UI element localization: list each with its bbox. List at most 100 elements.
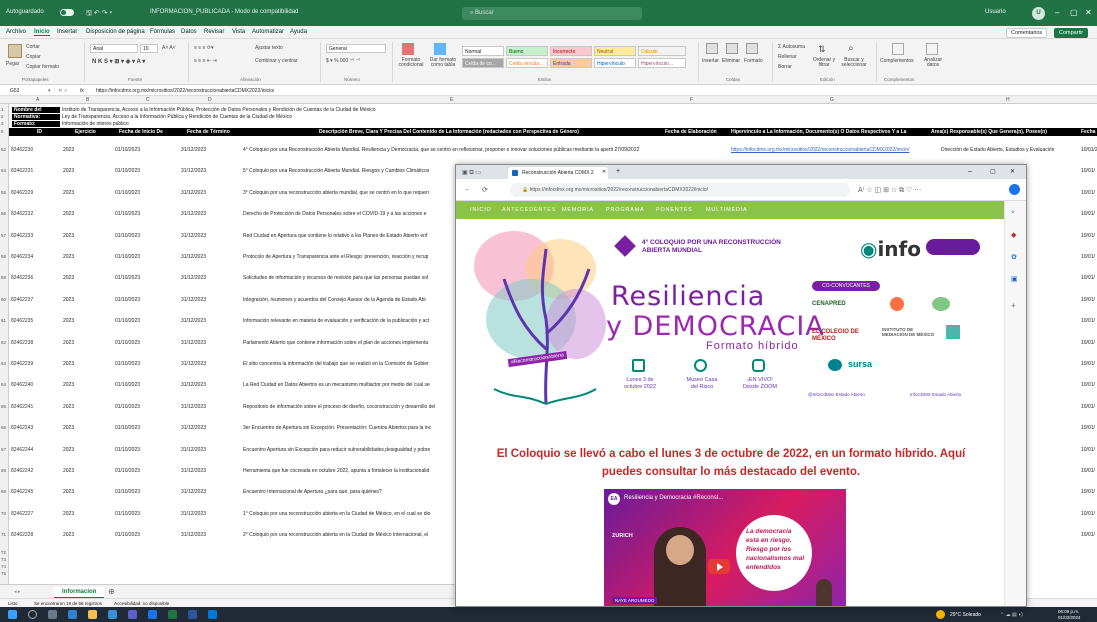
search-icon[interactable] bbox=[28, 610, 37, 619]
cell-start-date[interactable]: 01/10/2023 bbox=[115, 447, 140, 453]
cell-date[interactable]: 10/01/ bbox=[1081, 168, 1095, 174]
addins-button[interactable]: Complementos bbox=[880, 58, 914, 64]
delete-button[interactable]: Eliminar bbox=[722, 58, 740, 64]
cell-start-date[interactable]: 01/10/2023 bbox=[115, 275, 140, 281]
style-normal[interactable]: Normal bbox=[462, 46, 504, 56]
tab-actions-icons[interactable]: ▣ ⧉ ▭ bbox=[462, 169, 481, 177]
cell-id[interactable]: 82462245 bbox=[11, 489, 33, 495]
cell-id[interactable]: 82462235 bbox=[11, 318, 33, 324]
cell-date[interactable]: 10/01/ bbox=[1081, 318, 1095, 324]
cell-start-date[interactable]: 01/10/2023 bbox=[115, 297, 140, 303]
video-title[interactable]: Resiliencia y Democracia #Reconst... bbox=[624, 495, 723, 501]
col-header[interactable]: F bbox=[690, 97, 693, 103]
row-number[interactable]: 67 bbox=[1, 447, 6, 452]
autosave-toggle[interactable] bbox=[60, 9, 74, 16]
cell-end-date[interactable]: 31/12/2023 bbox=[181, 340, 206, 346]
addins-icon[interactable] bbox=[892, 43, 904, 55]
save-icon[interactable]: 🖫 ↶ ↷ ▾ bbox=[86, 9, 112, 20]
cell-id[interactable]: 82462241 bbox=[11, 404, 33, 410]
col-header[interactable]: E bbox=[450, 97, 453, 103]
row-number[interactable]: 5 bbox=[1, 129, 4, 134]
nav-inicio[interactable]: INICIO bbox=[470, 207, 492, 213]
explorer-icon[interactable] bbox=[88, 610, 97, 619]
row-number[interactable]: 74 bbox=[1, 564, 6, 569]
cell-start-date[interactable]: 01/10/2023 bbox=[115, 233, 140, 239]
tab-insertar[interactable]: Insertar bbox=[57, 29, 77, 35]
address-bar[interactable]: 🔒 https://infocdmx.org.mx/micrositios/20… bbox=[510, 183, 850, 197]
col-header[interactable]: H bbox=[1006, 97, 1010, 103]
cell-end-date[interactable]: 31/12/2023 bbox=[181, 254, 206, 260]
cell-end-date[interactable]: 31/12/2023 bbox=[181, 425, 206, 431]
cell-id[interactable]: 82462242 bbox=[11, 468, 33, 474]
fill-button[interactable]: Rellenar bbox=[778, 54, 797, 60]
word-icon[interactable] bbox=[188, 610, 197, 619]
cell-id[interactable]: 82462243 bbox=[11, 425, 33, 431]
cell-year[interactable]: 2023 bbox=[63, 168, 74, 174]
header-description[interactable]: Descripción Breve, Clara Y Precisa Del C… bbox=[319, 129, 579, 135]
cell-id[interactable]: 82462230 bbox=[11, 147, 33, 153]
cell-year[interactable]: 2023 bbox=[63, 211, 74, 217]
header-year[interactable]: Ejercicio bbox=[75, 129, 96, 135]
row-number[interactable]: 64 bbox=[1, 382, 6, 387]
align-icons-2[interactable]: ≡ ≡ ≡ ⇤ ⇥ bbox=[194, 58, 217, 64]
analyze-data-button[interactable]: Analizar datos bbox=[922, 58, 944, 68]
youtube-play-icon[interactable] bbox=[708, 559, 730, 574]
cell-date[interactable]: 10/01/ bbox=[1081, 382, 1095, 388]
row-number[interactable]: 61 bbox=[1, 318, 6, 323]
cell-year[interactable]: 2023 bbox=[63, 190, 74, 196]
minimize-icon[interactable]: – bbox=[968, 168, 972, 175]
style-neutral[interactable]: Neutral bbox=[594, 46, 636, 56]
close-icon[interactable]: ✕ bbox=[1085, 8, 1092, 17]
toolbar-icons[interactable]: A⁽ ☆ ◫ ⊞ ☆ ⧉ ♡ ⋯ bbox=[858, 186, 921, 195]
cell-id[interactable]: 82462238 bbox=[11, 340, 33, 346]
cell-date[interactable]: 10/01/ bbox=[1081, 340, 1095, 346]
style-bad[interactable]: Incorrecto bbox=[550, 46, 592, 56]
chrome-icon[interactable] bbox=[148, 610, 157, 619]
cell-year[interactable]: 2023 bbox=[63, 447, 74, 453]
row-number[interactable]: 60 bbox=[1, 297, 6, 302]
header-id[interactable]: ID bbox=[37, 129, 42, 135]
row-number[interactable]: 59 bbox=[1, 275, 6, 280]
new-tab-icon[interactable]: + bbox=[616, 168, 620, 175]
cell-date[interactable]: 10/01/ bbox=[1081, 468, 1095, 474]
row-number[interactable]: 69 bbox=[1, 489, 6, 494]
cell-year[interactable]: 2023 bbox=[63, 233, 74, 239]
cell-end-date[interactable]: 31/12/2023 bbox=[181, 511, 206, 517]
add-icon[interactable]: + bbox=[1011, 301, 1016, 310]
store-icon[interactable] bbox=[108, 610, 117, 619]
outlook-icon[interactable] bbox=[208, 610, 217, 619]
name-box[interactable]: G53 bbox=[10, 88, 19, 94]
tab-close-icon[interactable]: ✕ bbox=[602, 169, 606, 175]
row-number[interactable]: 72 bbox=[1, 550, 6, 555]
merge-center-button[interactable]: Combinar y centrar bbox=[255, 58, 298, 64]
style-check-cell[interactable]: Celda de co... bbox=[462, 58, 504, 68]
row-number[interactable]: 2 bbox=[1, 114, 4, 119]
cell-start-date[interactable]: 01/10/2023 bbox=[115, 468, 140, 474]
cell-description[interactable]: 4° Coloquio por una Reconstrucción Abier… bbox=[243, 147, 663, 153]
social-twitter[interactable]: InfoCDMX Estado Abierto bbox=[910, 392, 961, 397]
cell-year[interactable]: 2023 bbox=[63, 147, 74, 153]
cell-year[interactable]: 2023 bbox=[63, 425, 74, 431]
nav-multimedia[interactable]: MULTIMEDIA bbox=[706, 207, 748, 213]
row-number[interactable]: 3 bbox=[1, 121, 4, 126]
cell-id[interactable]: 82462229 bbox=[11, 190, 33, 196]
cell-end-date[interactable]: 31/12/2023 bbox=[181, 297, 206, 303]
cell-start-date[interactable]: 01/10/2023 bbox=[115, 511, 140, 517]
task-view-icon[interactable] bbox=[48, 610, 57, 619]
header-date[interactable]: Fecha bbox=[1081, 129, 1095, 135]
windows-start-icon[interactable] bbox=[8, 610, 17, 619]
tab-ayuda[interactable]: Ayuda bbox=[290, 29, 307, 35]
cell-start-date[interactable]: 01/10/2023 bbox=[115, 147, 140, 153]
cell-date[interactable]: 10/01/ bbox=[1081, 489, 1095, 495]
cell-start-date[interactable]: 01/10/2023 bbox=[115, 425, 140, 431]
font-grow-icon[interactable]: A˄ A˅ bbox=[162, 45, 176, 51]
weather-icon[interactable] bbox=[936, 610, 945, 619]
cell-start-date[interactable]: 01/10/2023 bbox=[115, 340, 140, 346]
row-number[interactable]: 54 bbox=[1, 168, 6, 173]
search-input[interactable]: ⌕ Buscar bbox=[462, 7, 642, 20]
cell-date[interactable]: 10/01/ bbox=[1081, 425, 1095, 431]
nav-memoria[interactable]: MEMORIA bbox=[562, 207, 594, 213]
font-size-select[interactable]: 10 bbox=[140, 44, 158, 53]
cell-end-date[interactable]: 31/12/2023 bbox=[181, 233, 206, 239]
cell-id[interactable]: 82462234 bbox=[11, 254, 33, 260]
